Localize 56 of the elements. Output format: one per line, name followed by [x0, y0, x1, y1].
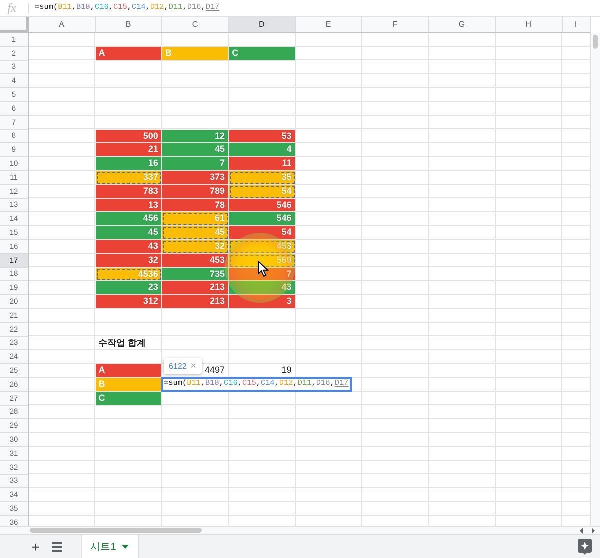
column-header[interactable]: H	[496, 17, 562, 33]
table-cell: 4	[229, 143, 296, 158]
table-cell: 500	[96, 130, 162, 144]
caret-icon[interactable]	[122, 544, 130, 548]
table-cell: 수작업 합계	[96, 336, 162, 350]
table-cell: B	[162, 46, 230, 61]
column-header[interactable]: I	[562, 17, 590, 33]
fx-label: fx	[6, 0, 18, 16]
table-cell: 456	[96, 212, 162, 226]
table-cell: B	[96, 378, 162, 392]
table-cell: 45	[96, 226, 162, 240]
table-cell: 12	[162, 130, 230, 144]
table-cell: 45	[162, 143, 230, 158]
table-cell: 43	[96, 240, 162, 254]
sheet-tab[interactable]: 시트1	[81, 535, 139, 558]
column-header[interactable]: D	[229, 17, 296, 33]
add-sheet-button[interactable]: +	[30, 535, 42, 558]
column-header[interactable]: A	[29, 17, 96, 33]
table-cell: 213	[162, 281, 230, 296]
table-cell: C	[229, 46, 296, 61]
table-cell: 4536	[96, 268, 162, 282]
table-cell: 32	[162, 240, 230, 254]
table-cell: 546	[229, 212, 296, 226]
table-cell: 54	[229, 184, 296, 199]
column-header[interactable]: B	[96, 17, 162, 33]
column-header[interactable]: F	[362, 17, 430, 33]
table-cell: 13	[96, 198, 162, 212]
table-cell: 373	[162, 170, 230, 185]
table-cell: 78	[162, 198, 230, 212]
table-cell: 789	[162, 184, 230, 199]
table-cell: 16	[96, 157, 162, 171]
table-cell: 35	[229, 170, 296, 185]
table-cell: C	[96, 392, 162, 406]
table-cell: 783	[96, 184, 162, 199]
table-cell: 53	[229, 130, 296, 144]
table-cell: A	[96, 46, 162, 61]
table-cell: 7	[162, 157, 230, 171]
sheet-list-icon[interactable]	[52, 542, 62, 552]
explore-icon[interactable]	[578, 538, 592, 554]
table-cell: 61	[162, 212, 230, 226]
table-cell: A	[96, 364, 162, 378]
table-cell: 546	[229, 198, 296, 212]
vertical-scrollbar[interactable]	[590, 33, 600, 526]
column-header[interactable]: G	[429, 17, 496, 33]
column-header[interactable]: C	[162, 17, 230, 33]
table-cell: 45	[162, 226, 230, 240]
table-cell: 23	[96, 281, 162, 296]
table-cell: 11	[229, 157, 296, 171]
table-cell: 312	[96, 295, 162, 309]
table-cell: 213	[162, 295, 230, 309]
table-cell: 337	[96, 170, 162, 185]
pointer-icon	[258, 261, 269, 277]
column-header[interactable]: E	[296, 17, 362, 33]
table-cell: 32	[96, 254, 162, 268]
preview-value: 6122	[169, 362, 187, 370]
table-cell: 21	[96, 143, 162, 158]
